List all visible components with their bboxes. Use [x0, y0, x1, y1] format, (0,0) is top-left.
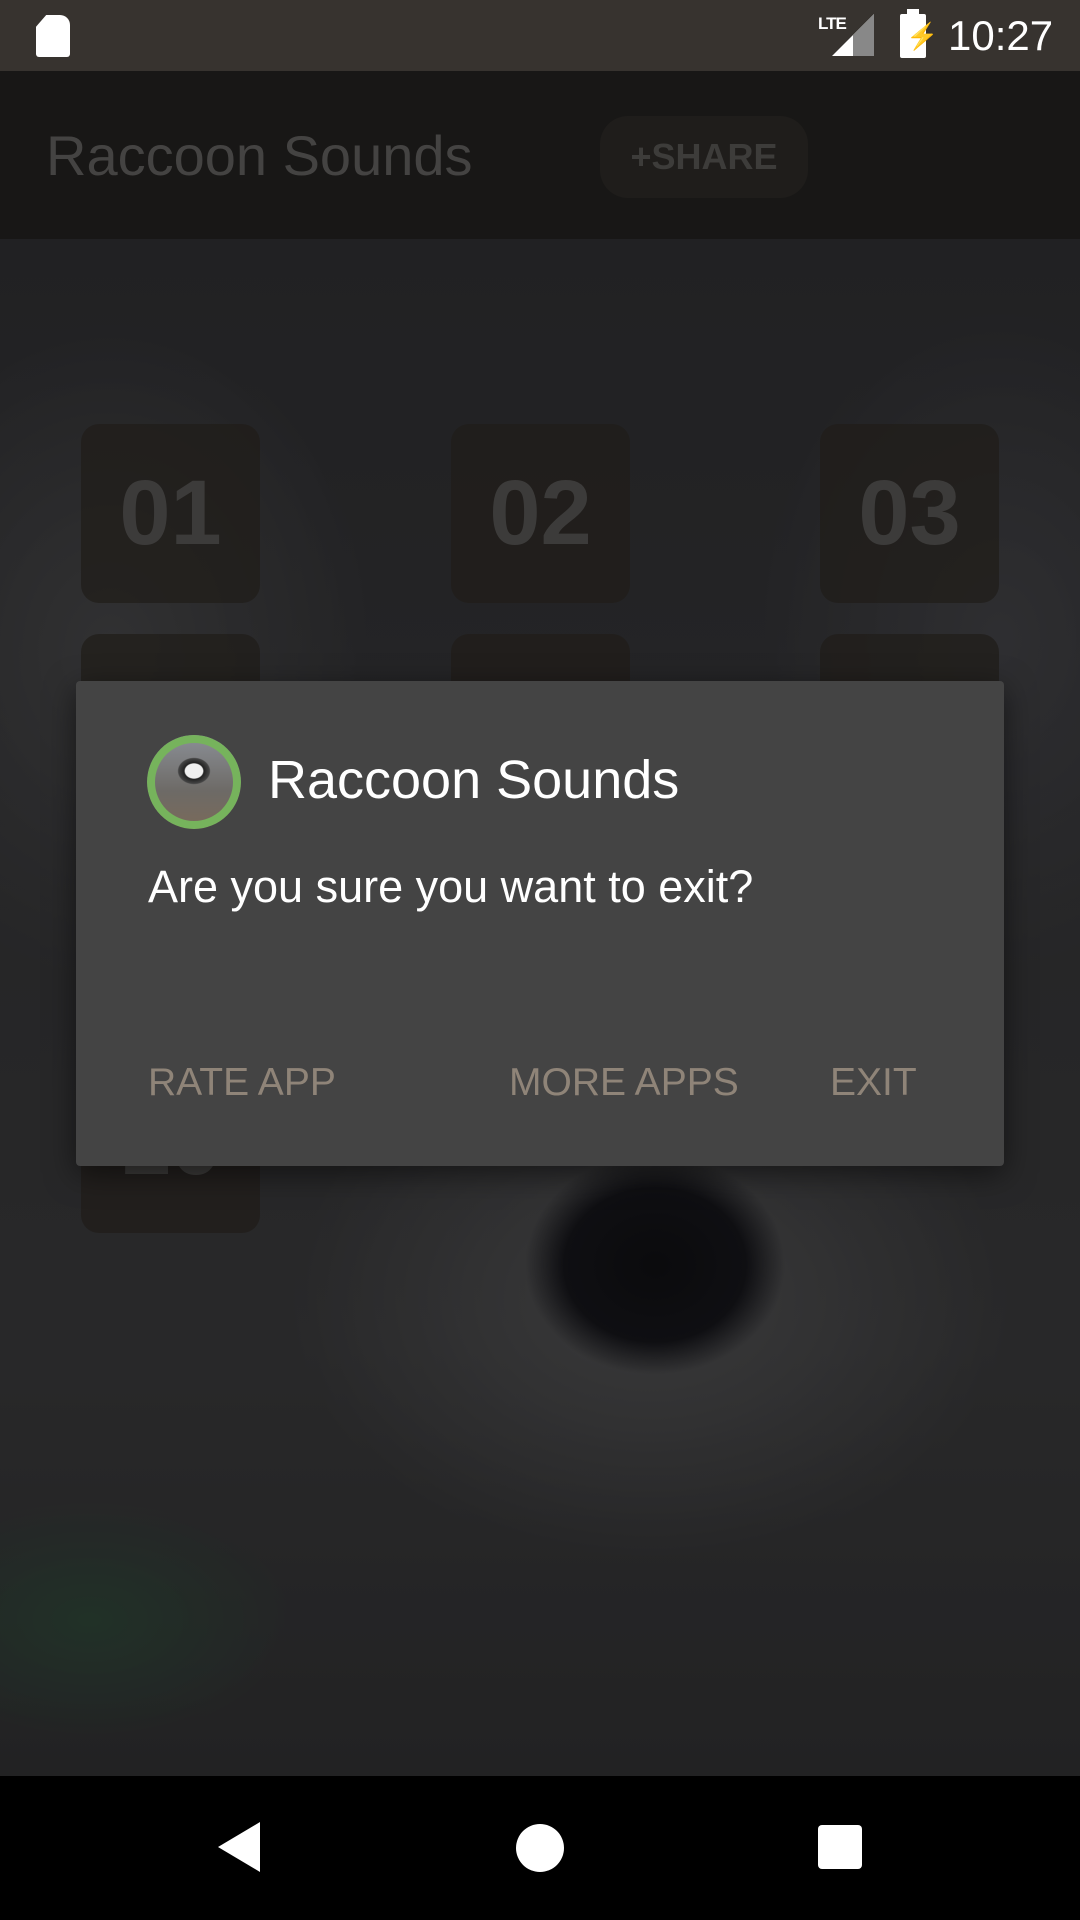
dialog-message: Are you sure you want to exit?: [148, 861, 754, 912]
rate-app-button[interactable]: RATE APP: [148, 1061, 336, 1105]
more-apps-button[interactable]: MORE APPS: [509, 1061, 739, 1105]
signal-empty-icon: [853, 14, 874, 56]
recents-icon[interactable]: [818, 1825, 862, 1869]
home-icon[interactable]: [516, 1824, 564, 1872]
back-icon[interactable]: [218, 1822, 260, 1872]
clock: 10:27: [948, 12, 1054, 59]
status-bar: LTE ⚡ 10:27: [0, 0, 1080, 71]
dialog-title: Raccoon Sounds: [268, 750, 680, 810]
sd-card-icon: [36, 15, 70, 57]
network-type: LTE: [818, 14, 847, 33]
navigation-bar: [0, 1776, 1080, 1920]
battery-charging-icon: ⚡: [900, 9, 938, 58]
raccoon-app-icon: [147, 735, 241, 829]
exit-button[interactable]: EXIT: [830, 1061, 917, 1105]
exit-dialog: Raccoon Sounds Are you sure you want to …: [76, 681, 1004, 1166]
